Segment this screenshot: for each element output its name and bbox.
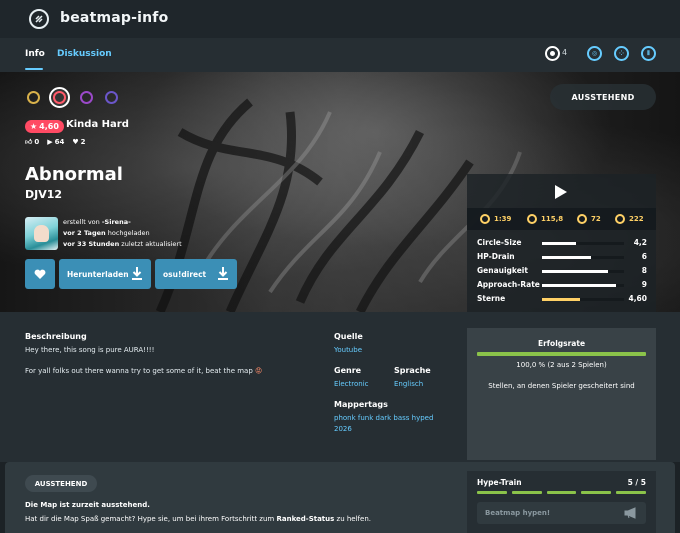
heart-icon (34, 269, 46, 279)
difficulty-name: Kinda Hard (66, 119, 129, 130)
star-rating-badge: ★ 4,60 (25, 120, 64, 133)
attr-accuracy: Genauigkeit 8 (477, 266, 647, 275)
mapper-info: erstellt von -Sirena- vor 2 Tagen hochge… (63, 218, 182, 248)
tags-line-2[interactable]: 2026 (334, 425, 352, 433)
description-line-1: Hey there, this song is pure AURA!!!! (25, 346, 155, 354)
success-rate-heading: Erfolgsrate (537, 339, 586, 348)
download-button[interactable]: Herunterladen (59, 259, 151, 289)
difficulty-icon-selected[interactable] (49, 87, 70, 108)
genre-heading: Genre (334, 366, 362, 375)
hype-train-title: Hype-Train (477, 478, 522, 487)
clock-icon (480, 214, 490, 224)
star-icon: ★ (30, 122, 38, 131)
source-link[interactable]: Youtube (334, 346, 362, 354)
play-count-icon: ▶︎ (47, 137, 53, 146)
difficulty-icon-3[interactable] (78, 89, 95, 106)
emoji-icon: 😡 (255, 367, 263, 375)
mapper-avatar[interactable] (25, 217, 58, 250)
beatmap-artist[interactable]: DJV12 (25, 188, 62, 201)
play-count: 64 (54, 137, 65, 146)
circle-count-icon (577, 214, 587, 224)
tags-heading: Mappertags (334, 400, 388, 409)
circles-metric: 72 (577, 214, 601, 224)
language-heading: Sprache (394, 366, 431, 375)
language-link[interactable]: Englisch (394, 380, 423, 388)
genre-link[interactable]: Electronic (334, 380, 369, 388)
megaphone-icon (624, 507, 636, 519)
source-heading: Quelle (334, 332, 363, 341)
mode-catch-icon[interactable]: ⁘ (614, 46, 629, 61)
heart-icon: ♥︎ (72, 137, 79, 146)
hype-button[interactable]: Beatmap hypen! (477, 502, 646, 524)
pending-message: Die Map ist zurzeit ausstehend. (25, 501, 150, 509)
attr-circle-size: Circle-Size 4,2 (477, 238, 647, 247)
difficulty-icon-4[interactable] (103, 89, 120, 106)
osudirect-button[interactable]: osu!direct (155, 259, 237, 289)
map-stats: 👍︎ 0 ▶︎ 64 ♥︎ 2 (25, 137, 86, 147)
info-section: Beschreibung Hey there, this song is pur… (0, 312, 680, 462)
success-rate-bar (477, 352, 646, 356)
hype-hint: Hat dir die Map Spaß gemacht? Hype sie, … (25, 515, 371, 523)
mode-standard-count: 4 (562, 48, 568, 57)
beatmap-logo-icon (29, 9, 49, 29)
app-title: beatmap-info (60, 10, 169, 26)
attr-stars: Sterne 4,60 (477, 294, 647, 303)
metrics-row: 1:39 115,8 72 222 (467, 208, 656, 230)
attr-hp-drain: HP-Drain 6 (477, 252, 647, 261)
play-up-count: 0 (34, 137, 40, 146)
success-rate-panel: Erfolgsrate 100,0 % (2 aus 2 Spielen) St… (467, 328, 656, 460)
tab-info[interactable]: Info (25, 49, 45, 59)
description-line-2: For yall folks out there wanna try to ge… (25, 367, 263, 375)
tab-discussion[interactable]: Diskussion (57, 49, 112, 59)
beatmap-title[interactable]: Abnormal (25, 164, 123, 185)
bpm-metric: 115,8 (527, 214, 563, 224)
pending-badge: AUSSTEHEND (25, 475, 97, 492)
sliders-metric: 222 (615, 214, 644, 224)
tags-line-1[interactable]: phonk funk dark bass hyped (334, 414, 433, 422)
hype-train-panel: Hype-Train 5 / 5 Beatmap hypen! (467, 471, 656, 533)
download-icon (132, 267, 142, 280)
status-badge: AUSSTEHEND (550, 84, 656, 110)
mode-standard-icon[interactable] (545, 46, 560, 61)
hype-progress (477, 491, 646, 494)
mapper-name[interactable]: -Sirena- (102, 218, 131, 226)
thumbs-up-icon: 👍︎ (25, 138, 33, 146)
download-icon (218, 267, 228, 280)
attr-approach-rate: Approach-Rate 9 (477, 280, 647, 289)
mode-taiko-icon[interactable]: ◎ (587, 46, 602, 61)
fail-points-text: Stellen, an denen Spieler gescheitert si… (488, 382, 635, 390)
description-heading: Beschreibung (25, 332, 87, 341)
tab-bar: Info Diskussion 4 ◎ ⁘ ⦀ (0, 38, 680, 72)
hype-train-count: 5 / 5 (627, 478, 646, 487)
favourite-button[interactable] (25, 259, 55, 289)
beatmap-stats-panel: 1:39 115,8 72 222 Circle-Size 4,2 HP-Dra… (467, 174, 656, 312)
success-rate-text: 100,0 % (2 aus 2 Spielen) (516, 361, 607, 369)
favourite-count: 2 (80, 137, 86, 146)
slider-count-icon (615, 214, 625, 224)
hype-section: AUSSTEHEND Die Map ist zurzeit ausstehen… (5, 462, 675, 533)
length-metric: 1:39 (480, 214, 511, 224)
difficulty-icon-1[interactable] (25, 89, 42, 106)
mode-mania-icon[interactable]: ⦀ (641, 46, 656, 61)
top-bar: beatmap-info (0, 0, 680, 38)
beatmap-header: ★ 4,60 Kinda Hard 👍︎ 0 ▶︎ 64 ♥︎ 2 Abnormal … (0, 72, 680, 312)
play-preview-icon[interactable] (555, 185, 567, 199)
active-tab-indicator (25, 68, 43, 70)
bpm-icon (527, 214, 537, 224)
